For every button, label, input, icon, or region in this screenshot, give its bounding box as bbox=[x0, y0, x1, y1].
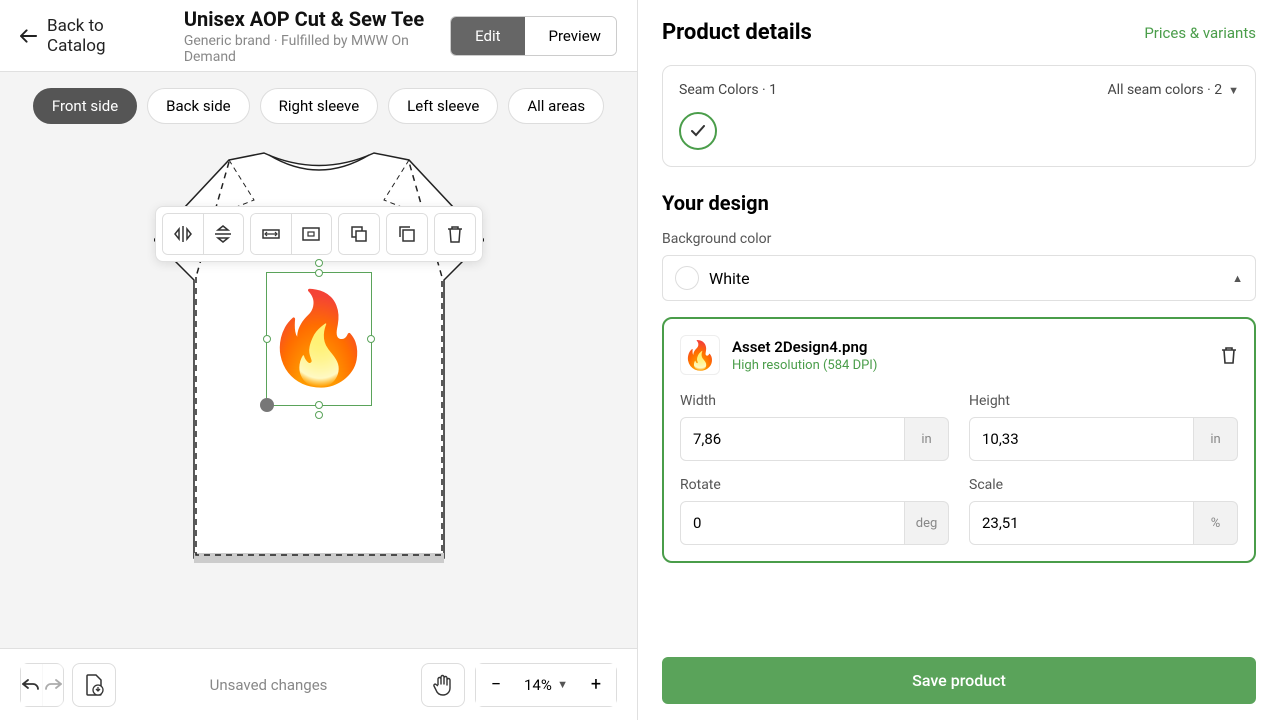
back-to-catalog[interactable]: Back to Catalog bbox=[20, 16, 160, 56]
layer-order-button[interactable] bbox=[339, 214, 379, 254]
seam-all-dropdown[interactable]: All seam colors · 2▼ bbox=[1108, 82, 1239, 98]
tee-mockup: 🔥 bbox=[154, 150, 484, 570]
product-title: Unisex AOP Cut & Sew Tee bbox=[184, 7, 450, 31]
editor-header: Back to Catalog Unisex AOP Cut & Sew Tee… bbox=[0, 0, 637, 72]
redo-icon bbox=[44, 678, 62, 692]
resize-handle[interactable] bbox=[315, 259, 323, 267]
selection-toolbar bbox=[155, 206, 483, 262]
editor-bottom-bar: Unsaved changes − 14% ▼ + bbox=[0, 648, 637, 720]
resize-handle[interactable] bbox=[315, 269, 323, 277]
scale-unit: % bbox=[1194, 501, 1238, 545]
tab-front-side[interactable]: Front side bbox=[33, 88, 137, 124]
resize-handle[interactable] bbox=[367, 335, 375, 343]
width-unit: in bbox=[905, 417, 949, 461]
flip-vertical-button[interactable] bbox=[203, 214, 243, 254]
title-block: Unisex AOP Cut & Sew Tee Generic brand ·… bbox=[184, 7, 450, 65]
tab-left-sleeve[interactable]: Left sleeve bbox=[388, 88, 498, 124]
hand-icon bbox=[433, 674, 453, 696]
rotate-label: Rotate bbox=[680, 477, 949, 493]
zoom-in-button[interactable]: + bbox=[576, 664, 616, 706]
scale-input[interactable] bbox=[969, 501, 1194, 545]
fit-width-button[interactable] bbox=[251, 214, 291, 254]
undo-button[interactable] bbox=[21, 664, 42, 706]
arrow-left-icon bbox=[20, 29, 37, 43]
your-design-title: Your design bbox=[662, 191, 1256, 215]
seam-color-white[interactable] bbox=[679, 112, 717, 150]
resize-handle[interactable] bbox=[315, 411, 323, 419]
asset-filename: Asset 2Design4.png bbox=[732, 338, 877, 356]
fit-width-icon bbox=[261, 224, 281, 244]
prices-variants-link[interactable]: Prices & variants bbox=[1144, 24, 1256, 42]
zoom-dropdown[interactable]: 14% ▼ bbox=[516, 676, 576, 694]
width-input[interactable] bbox=[680, 417, 905, 461]
design-image[interactable]: 🔥 bbox=[267, 273, 371, 405]
redo-button[interactable] bbox=[42, 664, 63, 706]
zoom-control: − 14% ▼ + bbox=[475, 663, 617, 707]
rotate-input[interactable] bbox=[680, 501, 905, 545]
asset-delete-button[interactable] bbox=[1220, 345, 1238, 365]
design-selection[interactable]: 🔥 bbox=[266, 272, 372, 406]
asset-thumbnail: 🔥 bbox=[680, 335, 720, 375]
save-product-button[interactable]: Save product bbox=[662, 657, 1256, 704]
bg-color-select[interactable]: White ▲ bbox=[662, 255, 1256, 301]
width-label: Width bbox=[680, 393, 949, 409]
delete-button[interactable] bbox=[435, 214, 475, 254]
download-button[interactable] bbox=[72, 663, 116, 707]
save-status: Unsaved changes bbox=[116, 676, 421, 694]
trash-icon bbox=[446, 224, 464, 244]
layers-icon bbox=[349, 224, 369, 244]
canvas-area[interactable]: Front side Back side Right sleeve Left s… bbox=[0, 72, 637, 648]
scale-label: Scale bbox=[969, 477, 1238, 493]
print-area-tabs: Front side Back side Right sleeve Left s… bbox=[0, 72, 637, 132]
flip-v-icon bbox=[213, 224, 233, 244]
height-label: Height bbox=[969, 393, 1238, 409]
fit-area-icon bbox=[301, 224, 321, 244]
bg-color-label: Background color bbox=[662, 231, 1256, 247]
download-icon bbox=[84, 674, 104, 696]
chevron-up-icon: ▲ bbox=[1232, 272, 1243, 285]
product-subtitle: Generic brand · Fulfilled by MWW On Dema… bbox=[184, 33, 450, 65]
duplicate-button[interactable] bbox=[387, 214, 427, 254]
right-panel-header: Product details Prices & variants bbox=[638, 0, 1280, 65]
undo-icon bbox=[22, 678, 40, 692]
panel-title: Product details bbox=[662, 20, 812, 45]
mode-toggle: Edit Preview bbox=[450, 16, 617, 56]
trash-icon bbox=[1220, 345, 1238, 365]
back-label: Back to Catalog bbox=[47, 16, 160, 56]
chevron-down-icon: ▼ bbox=[1228, 84, 1239, 97]
zoom-out-button[interactable]: − bbox=[476, 664, 516, 706]
seam-label: Seam Colors · 1 bbox=[679, 82, 777, 98]
zoom-value: 14% bbox=[524, 676, 552, 694]
pan-tool-button[interactable] bbox=[421, 663, 465, 707]
height-unit: in bbox=[1194, 417, 1238, 461]
rotate-handle[interactable] bbox=[260, 398, 274, 412]
preview-mode-button[interactable]: Preview bbox=[525, 17, 617, 55]
chevron-down-icon: ▼ bbox=[557, 678, 568, 691]
check-icon bbox=[690, 125, 706, 137]
height-input[interactable] bbox=[969, 417, 1194, 461]
tab-back-side[interactable]: Back side bbox=[147, 88, 249, 124]
edit-mode-button[interactable]: Edit bbox=[451, 17, 524, 55]
asset-card: 🔥 Asset 2Design4.png High resolution (58… bbox=[662, 317, 1256, 563]
seam-colors-card: Seam Colors · 1 All seam colors · 2▼ bbox=[662, 65, 1256, 167]
flip-horizontal-button[interactable] bbox=[163, 214, 203, 254]
resize-handle[interactable] bbox=[263, 335, 271, 343]
tab-all-areas[interactable]: All areas bbox=[508, 88, 604, 124]
bg-value: White bbox=[709, 269, 750, 288]
resize-handle[interactable] bbox=[315, 401, 323, 409]
color-swatch bbox=[675, 266, 699, 290]
tab-right-sleeve[interactable]: Right sleeve bbox=[260, 88, 379, 124]
asset-resolution: High resolution (584 DPI) bbox=[732, 358, 877, 373]
copy-icon bbox=[397, 224, 417, 244]
fit-area-button[interactable] bbox=[291, 214, 331, 254]
flip-h-icon bbox=[173, 224, 193, 244]
rotate-unit: deg bbox=[905, 501, 949, 545]
